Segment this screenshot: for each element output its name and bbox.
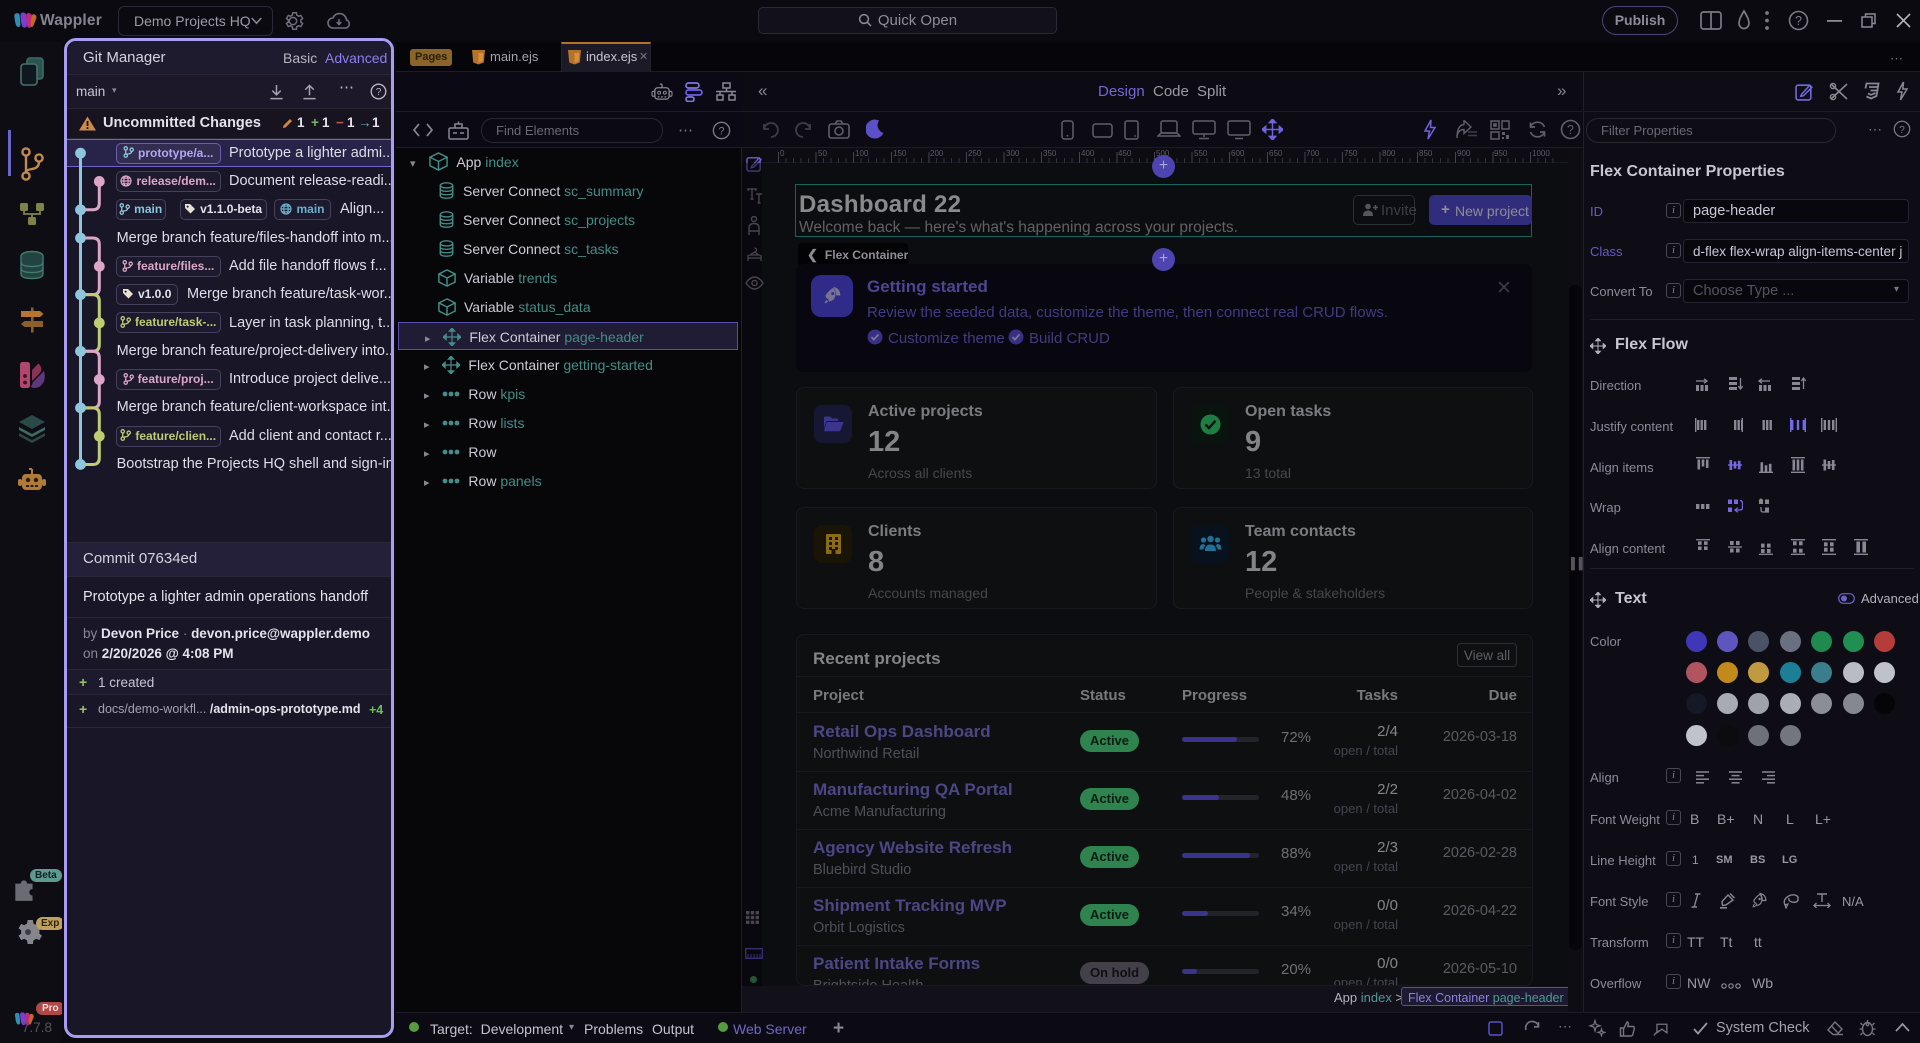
svg-text:?: ? [718,126,724,138]
svg-text:?: ? [1795,14,1802,28]
svg-text:?: ? [1899,125,1905,136]
svg-text:?: ? [1567,123,1574,137]
